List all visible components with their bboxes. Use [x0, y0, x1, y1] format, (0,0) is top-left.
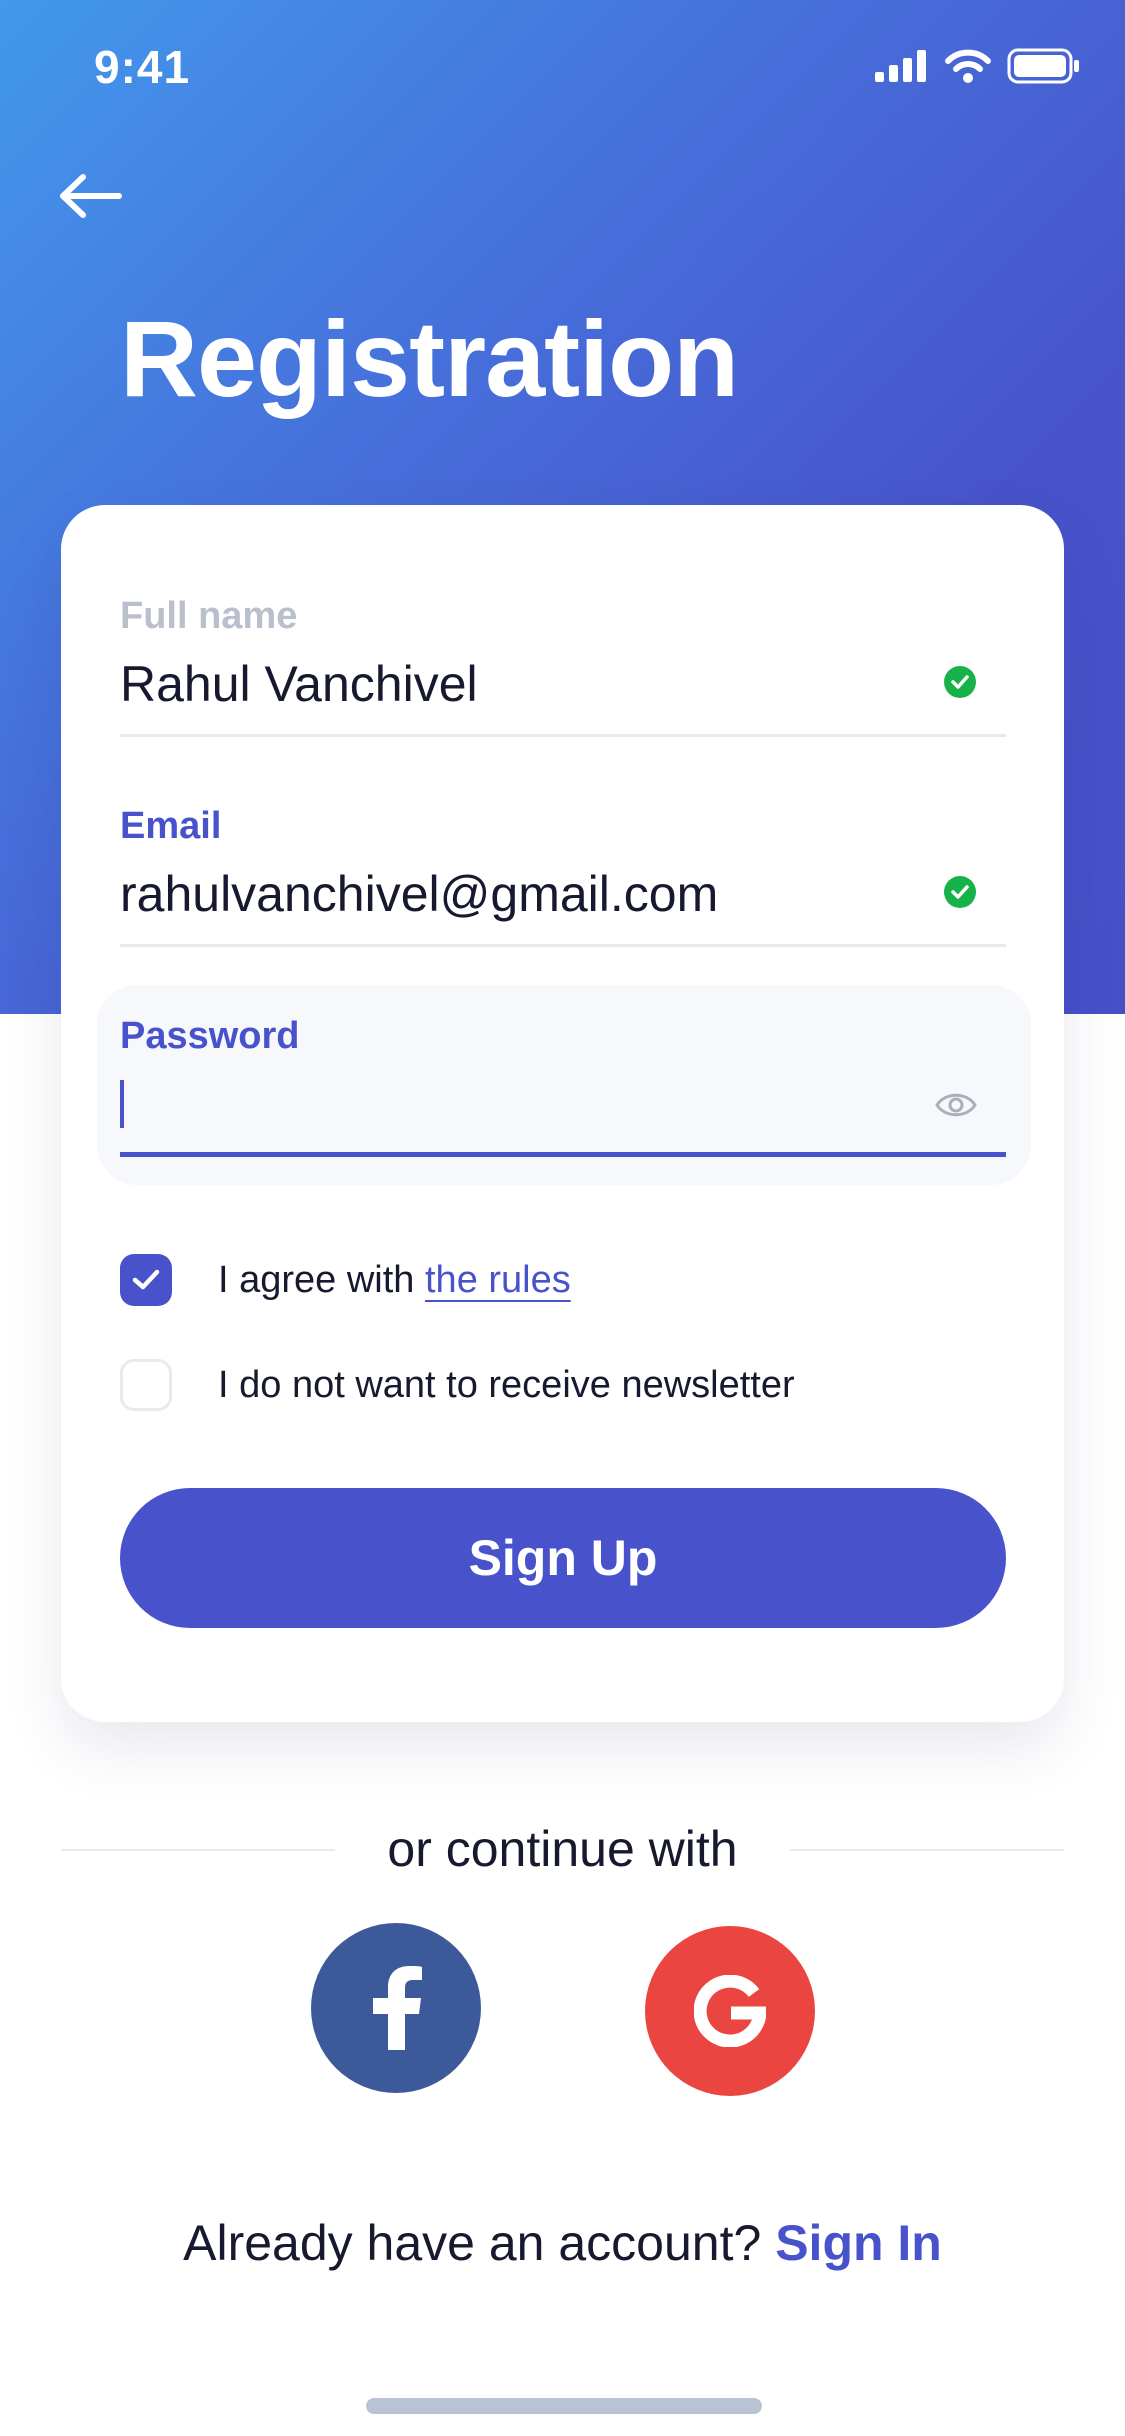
- full-name-underline: [120, 734, 1006, 737]
- facebook-button[interactable]: [311, 1923, 481, 2093]
- agree-rules-checkbox[interactable]: [120, 1254, 172, 1306]
- full-name-value: Rahul Vanchivel: [120, 656, 478, 712]
- sign-in-prompt: Already have an account? Sign In: [0, 2214, 1125, 2272]
- back-button[interactable]: [54, 164, 126, 228]
- password-label: Password: [120, 1015, 300, 1057]
- agree-rules-text: I agree with the rules: [218, 1259, 571, 1302]
- newsletter-row: I do not want to receive newsletter: [120, 1359, 795, 1411]
- checkmark-icon: [132, 1269, 160, 1290]
- google-icon: [694, 1975, 766, 2047]
- valid-check-icon: [944, 876, 976, 908]
- arrow-left-icon: [60, 174, 122, 218]
- email-underline: [120, 944, 1006, 947]
- registration-card: Full name Rahul Vanchivel Email rahulvan…: [61, 505, 1064, 1722]
- valid-check-icon: [944, 666, 976, 698]
- email-value: rahulvanchivel@gmail.com: [120, 866, 719, 922]
- facebook-icon: [373, 1966, 422, 2050]
- home-indicator: [366, 2398, 762, 2414]
- newsletter-label: I do not want to receive newsletter: [218, 1363, 795, 1406]
- wifi-icon: [945, 49, 991, 83]
- agree-rules-label: I agree with: [218, 1258, 425, 1301]
- status-icons: [875, 48, 1081, 84]
- page-title: Registration: [120, 298, 739, 419]
- battery-icon: [1007, 48, 1079, 84]
- agree-rules-row: I agree with the rules: [120, 1254, 571, 1306]
- status-time: 9:41: [94, 41, 191, 93]
- divider-line-right: [790, 1849, 1064, 1851]
- status-bar: 9:41: [0, 0, 1125, 132]
- newsletter-checkbox[interactable]: [120, 1359, 172, 1411]
- eye-icon[interactable]: [935, 1087, 977, 1123]
- google-button[interactable]: [645, 1926, 815, 2096]
- social-divider: or continue with: [61, 1812, 1064, 1888]
- sign-in-prompt-text: Already have an account?: [183, 2215, 776, 2271]
- password-underline: [120, 1152, 1006, 1157]
- email-label: Email: [120, 805, 222, 847]
- sign-in-link[interactable]: Sign In: [775, 2215, 942, 2271]
- text-cursor: [120, 1080, 124, 1128]
- sign-up-button[interactable]: Sign Up: [120, 1488, 1006, 1628]
- cellular-signal-icon: [875, 50, 926, 82]
- rules-link[interactable]: the rules: [425, 1259, 571, 1301]
- full-name-label: Full name: [120, 595, 298, 637]
